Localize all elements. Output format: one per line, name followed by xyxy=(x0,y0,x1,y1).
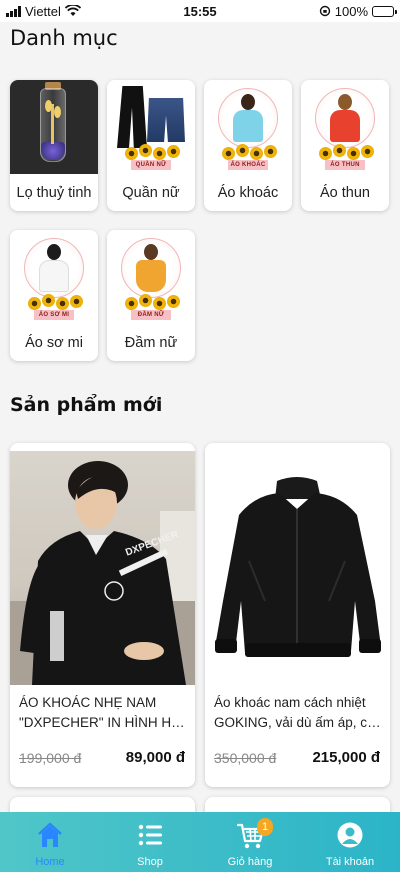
women-pants-image: QUẦN NỮ xyxy=(107,80,195,174)
category-label: Áo khoác xyxy=(217,184,279,201)
category-label: Áo thun xyxy=(320,184,370,201)
bottom-tab-bar: Home Shop 1 Giỏ hàng Tài khoản xyxy=(0,812,400,872)
battery-icon xyxy=(372,5,397,17)
shirt-model-image: ÁO SƠ MI xyxy=(10,230,98,324)
category-label: Đầm nữ xyxy=(124,334,178,351)
carrier-name: Viettel xyxy=(25,3,61,19)
sale-price: 215,000 đ xyxy=(312,749,380,766)
category-card-shirt[interactable]: ÁO SƠ MI Áo sơ mi xyxy=(10,230,98,361)
status-time: 15:55 xyxy=(183,3,217,19)
tab-cart[interactable]: 1 Giỏ hàng xyxy=(200,812,300,872)
category-tag: ĐẦM NỮ xyxy=(131,310,171,320)
category-card-tshirt[interactable]: ÁO THUN Áo thun xyxy=(301,80,389,211)
category-tag: QUẦN NỮ xyxy=(131,160,171,170)
product-name-line: ÁO KHOÁC NHẸ NAM xyxy=(19,695,157,710)
tab-label: Tài khoản xyxy=(325,856,375,868)
category-label: Lọ thuỷ tinh xyxy=(16,184,92,201)
old-price: 199,000 đ xyxy=(19,750,82,766)
man-black-jacket-photo: DXPECHER xyxy=(10,451,195,685)
tab-label: Shop xyxy=(137,856,163,868)
user-icon xyxy=(336,820,364,850)
tab-home[interactable]: Home xyxy=(0,812,100,872)
categories-title: Danh mục xyxy=(10,26,118,50)
category-card-glass-jar[interactable]: Lọ thuỷ tinh xyxy=(10,80,98,211)
product-name-line: Áo khoác nam cách nhiệt xyxy=(214,695,366,710)
product-name: Áo khoác nam cách nhiệt GOKING, vải dù ấ… xyxy=(214,693,382,733)
battery-percent: 100% xyxy=(334,3,368,19)
product-name-line: "DXPECHER" IN HÌNH HỌA... xyxy=(19,715,187,730)
category-grid: Lọ thuỷ tinh QUẦN NỮ Quần nữ ÁO KHOÁC Áo… xyxy=(10,80,392,361)
old-price: 350,000 đ xyxy=(214,750,277,766)
category-label: Quần nữ xyxy=(122,184,180,201)
category-tag: ÁO KHOÁC xyxy=(228,160,268,170)
wifi-icon xyxy=(64,5,81,16)
product-name-line: GOKING, vải dù ấm áp, cản... xyxy=(214,715,382,730)
tab-label: Home xyxy=(35,856,65,868)
glass-jar-image xyxy=(10,80,98,174)
new-products-title: Sản phẩm mới xyxy=(10,394,163,416)
tab-shop[interactable]: Shop xyxy=(100,812,200,872)
sale-price: 89,000 đ xyxy=(125,749,185,766)
tshirt-model-image: ÁO THUN xyxy=(301,80,389,174)
cart-badge: 1 xyxy=(257,818,273,836)
jacket-model-image: ÁO KHOÁC xyxy=(204,80,292,174)
tab-account[interactable]: Tài khoản xyxy=(300,812,400,872)
category-card-dress[interactable]: ĐẦM NỮ Đầm nữ xyxy=(107,230,195,361)
status-bar: Viettel 15:55 100% xyxy=(0,0,400,22)
orientation-lock-icon xyxy=(319,5,330,17)
category-card-jacket[interactable]: ÁO KHOÁC Áo khoác xyxy=(204,80,292,211)
dress-model-image: ĐẦM NỮ xyxy=(107,230,195,324)
category-tag: ÁO THUN xyxy=(325,160,365,170)
tab-label: Giỏ hàng xyxy=(227,856,273,868)
product-grid: DXPECHER ÁO KHOÁC NHẸ NAM "DXPECHER" IN … xyxy=(10,443,390,787)
product-card[interactable]: DXPECHER ÁO KHOÁC NHẸ NAM "DXPECHER" IN … xyxy=(10,443,195,787)
list-icon xyxy=(137,820,163,850)
product-card[interactable]: Áo khoác nam cách nhiệt GOKING, vải dù ấ… xyxy=(205,443,390,787)
signal-icon xyxy=(6,5,21,17)
black-bomber-jacket-photo xyxy=(205,451,390,685)
product-name: ÁO KHOÁC NHẸ NAM "DXPECHER" IN HÌNH HỌA.… xyxy=(19,693,187,733)
category-tag: ÁO SƠ MI xyxy=(34,310,74,320)
home-icon xyxy=(36,820,64,850)
category-label: Áo sơ mi xyxy=(25,334,83,351)
category-card-women-pants[interactable]: QUẦN NỮ Quần nữ xyxy=(107,80,195,211)
